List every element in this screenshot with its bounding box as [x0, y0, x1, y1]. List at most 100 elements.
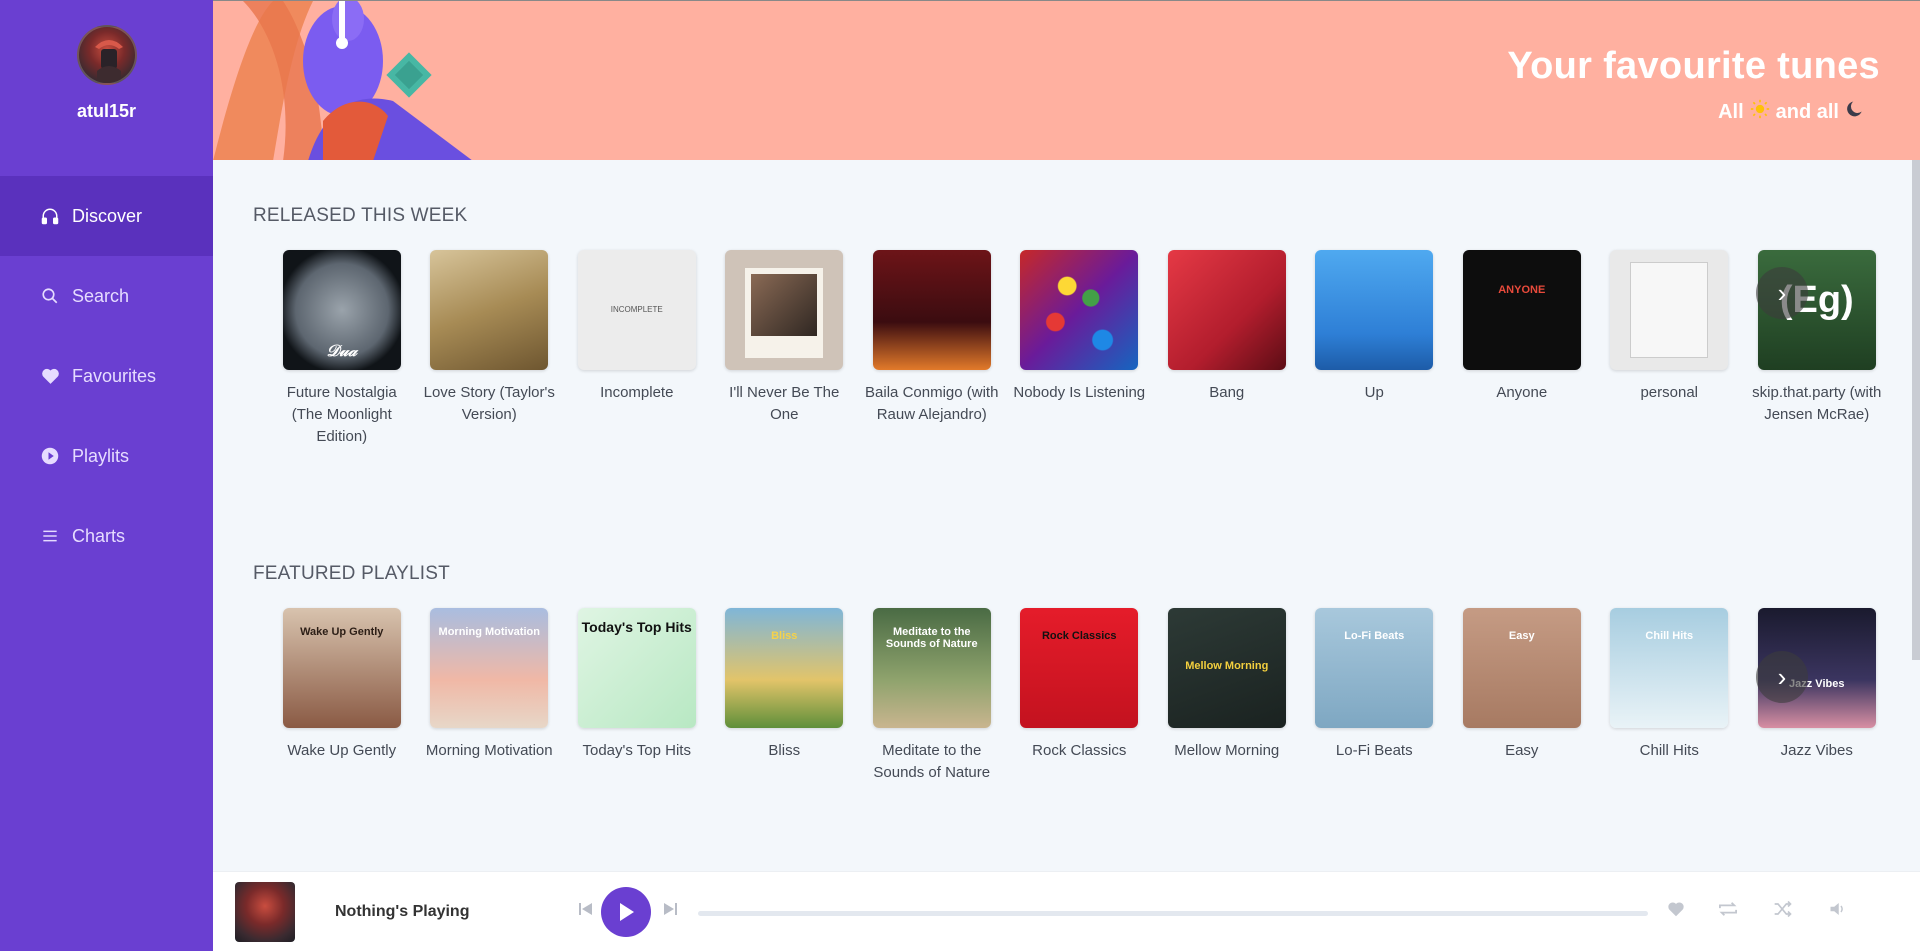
playlist-card[interactable]: Chill Hits Chill Hits	[1596, 608, 1744, 784]
shuffle-button[interactable]	[1772, 898, 1794, 920]
playlist-cover[interactable]: Lo-Fi Beats	[1315, 608, 1434, 728]
playlist-card[interactable]: Wake Up Gently Wake Up Gently	[268, 608, 416, 784]
main-nav: Discover Search Favourites Playlits Char…	[0, 176, 213, 576]
playlist-card[interactable]: Today's Top Hits Today's Top Hits	[563, 608, 711, 784]
cover-art-text: Wake Up Gently	[300, 626, 384, 638]
username: atul15r	[76, 101, 137, 121]
cover-art-text: Lo-Fi Beats	[1344, 630, 1405, 642]
cover-art-text: Mellow Morning	[1185, 660, 1269, 672]
playlist-card[interactable]: Mellow Morning Mellow Morning	[1153, 608, 1301, 784]
nav-item-playlists[interactable]: Playlits	[0, 416, 213, 496]
album-title: Bang	[1209, 384, 1245, 401]
heart-icon	[40, 366, 60, 386]
sidebar: atul15r Discover Search Favourites Playl…	[0, 0, 213, 951]
album-card[interactable]: Baila Conmigo (with Rauw Alejandro)	[858, 250, 1006, 448]
polaroid-frame	[745, 268, 824, 358]
album-cover[interactable]: 𝒟𝓊𝒶	[282, 250, 401, 370]
playlist-cover[interactable]: Morning Motivation	[430, 608, 549, 728]
banner-title: Your favourite tunes	[1507, 45, 1880, 87]
album-cover[interactable]	[1020, 250, 1139, 370]
main-content[interactable]: RELEASED THIS WEEK 𝒟𝓊𝒶 Future Nostalgia …	[213, 160, 1920, 871]
scrollbar[interactable]	[1912, 160, 1920, 660]
album-title: Incomplete	[600, 384, 674, 401]
nav-item-search[interactable]: Search	[0, 256, 213, 336]
playlist-cover[interactable]: Easy	[1462, 608, 1581, 728]
section-title-released: RELEASED THIS WEEK	[253, 205, 468, 226]
album-title: Up	[1364, 384, 1384, 401]
album-cover[interactable]	[725, 250, 844, 370]
album-cover[interactable]	[872, 250, 991, 370]
next-button[interactable]	[659, 898, 681, 920]
avatar[interactable]	[76, 25, 137, 85]
search-icon	[40, 286, 60, 306]
playlist-card[interactable]: Bliss Bliss	[711, 608, 859, 784]
nav-item-charts[interactable]: Charts	[0, 496, 213, 576]
playlist-cover[interactable]: Today's Top Hits	[577, 608, 696, 728]
album-card[interactable]: Bang	[1153, 250, 1301, 448]
album-title: Anyone	[1496, 384, 1548, 401]
now-playing-title: Nothing's Playing	[335, 903, 470, 920]
album-card[interactable]: Nobody Is Listening	[1006, 250, 1154, 448]
like-button[interactable]	[1665, 898, 1687, 920]
banner-sub-text: and all	[1775, 100, 1839, 123]
album-card[interactable]: personal	[1596, 250, 1744, 448]
skip-forward-icon	[664, 903, 677, 915]
repeat-icon	[1719, 902, 1737, 916]
playlist-title: Today's Top Hits	[582, 742, 691, 759]
playlist-card[interactable]: Easy Easy	[1448, 608, 1596, 784]
nav-item-label: Favourites	[72, 365, 157, 386]
album-card[interactable]: Up	[1301, 250, 1449, 448]
playlist-card[interactable]: Meditate to the Sounds of Nature Meditat…	[858, 608, 1006, 784]
playlist-card[interactable]: Rock Classics Rock Classics	[1006, 608, 1154, 784]
album-card[interactable]: I'll Never Be The One	[711, 250, 859, 448]
headphones-icon	[40, 206, 60, 226]
playlist-title: Morning Motivation	[425, 742, 553, 759]
album-card[interactable]: Love Story (Taylor's Version)	[416, 250, 564, 448]
now-playing-artwork	[235, 882, 295, 942]
album-cover[interactable]	[1610, 250, 1729, 370]
album-cover[interactable]: INCOMPLETE	[577, 250, 696, 370]
playlist-cover[interactable]: Chill Hits	[1610, 608, 1729, 728]
album-cover[interactable]: ANYONE	[1462, 250, 1581, 370]
cover-art-text: Easy	[1508, 630, 1535, 642]
cover-art-text: Morning Motivation	[438, 626, 540, 638]
cover-art-text: Chill Hits	[1645, 630, 1694, 642]
playlist-card[interactable]: Morning Motivation Morning Motivation	[416, 608, 564, 784]
hero-banner: Your favourite tunes All and all	[213, 0, 1920, 160]
nav-item-favourites[interactable]: Favourites	[0, 336, 213, 416]
album-card[interactable]: 𝒟𝓊𝒶 Future Nostalgia (The Moonlight Edit…	[268, 250, 416, 448]
volume-icon	[1830, 903, 1843, 915]
cover-art-text: Bliss	[771, 630, 798, 642]
playlist-cover[interactable]: Meditate to the Sounds of Nature	[872, 608, 991, 728]
banner-subtitle: All and all	[1718, 99, 1865, 125]
album-card[interactable]: INCOMPLETE Incomplete	[563, 250, 711, 448]
playlist-title: Wake Up Gently	[287, 742, 397, 759]
volume-button[interactable]	[1827, 898, 1849, 920]
nav-item-label: Charts	[72, 525, 126, 546]
progress-bar[interactable]	[698, 911, 1648, 916]
nav-item-label: Discover	[72, 205, 143, 226]
carousel-next-button[interactable]: ›	[1756, 651, 1808, 703]
playlist-title: Rock Classics	[1032, 742, 1127, 759]
playlist-cover[interactable]: Mellow Morning	[1167, 608, 1286, 728]
carousel-next-button[interactable]: ›	[1756, 267, 1808, 319]
banner-illustration	[213, 1, 472, 160]
previous-button[interactable]	[575, 898, 597, 920]
playlist-cover[interactable]: Bliss	[725, 608, 844, 728]
playlist-cover[interactable]: Rock Classics	[1020, 608, 1139, 728]
album-title: Baila Conmigo (with Rauw Alejandro)	[865, 384, 999, 423]
nav-item-discover[interactable]: Discover	[0, 176, 213, 256]
playlist-cover[interactable]: Wake Up Gently	[282, 608, 401, 728]
playlist-title: Chill Hits	[1639, 742, 1699, 759]
playlist-title: Bliss	[768, 742, 801, 759]
album-cover[interactable]	[430, 250, 549, 370]
nav-item-label: Search	[72, 285, 130, 306]
repeat-button[interactable]	[1717, 898, 1739, 920]
play-button[interactable]	[601, 887, 651, 937]
album-cover[interactable]	[1167, 250, 1286, 370]
album-title: Love Story (Taylor's Version)	[423, 384, 555, 423]
playlist-title: Jazz Vibes	[1780, 742, 1853, 759]
playlist-card[interactable]: Lo-Fi Beats Lo-Fi Beats	[1301, 608, 1449, 784]
album-cover[interactable]	[1315, 250, 1434, 370]
album-card[interactable]: ANYONE Anyone	[1448, 250, 1596, 448]
